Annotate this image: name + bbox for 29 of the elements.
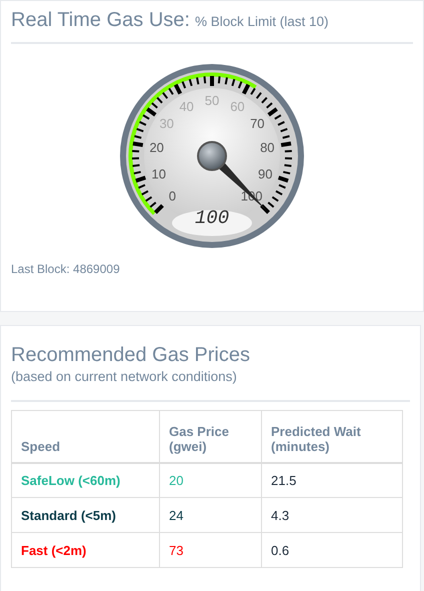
panel-subtitle: (based on current network conditions) (11, 369, 238, 384)
table-cell: SafeLow (<60m) (12, 462, 160, 498)
column-header: Speed (12, 410, 160, 462)
panel-title: Real Time Gas Use: (11, 9, 190, 31)
gauge-scale-label: 60 (230, 99, 245, 114)
gauge-scale-label: 0 (168, 188, 176, 204)
column-header: Gas Price (gwei) (160, 410, 262, 462)
gauge-scale-label: 70 (250, 116, 265, 132)
gauge-scale-label: 10 (152, 166, 166, 182)
table-cell: 24 (160, 498, 262, 532)
last-block-label: Last Block: 4869009 (11, 262, 121, 276)
gauge-scale-label: 30 (159, 116, 174, 132)
gauge-scale-label: 50 (204, 93, 220, 108)
panel-title: Recommended Gas Prices (11, 344, 250, 366)
gauge-scale-label: 80 (260, 140, 275, 156)
table-cell: 20 (160, 462, 262, 498)
gauge-hub (197, 141, 227, 171)
table-cell: 21.5 (262, 462, 402, 498)
gauge-scale-label: 20 (149, 140, 164, 156)
gauge-scale-label: 40 (179, 99, 194, 114)
gauge-readout: 100 (194, 207, 230, 229)
table-cell: 4.3 (262, 498, 402, 532)
table-cell: Fast (<2m) (12, 532, 160, 568)
gauge-scale-label: 90 (258, 166, 272, 182)
column-header: Predicted Wait (minutes) (262, 410, 402, 462)
table-cell: 73 (160, 532, 262, 568)
panel-subtitle: % Block Limit (last 10) (194, 14, 328, 29)
table-cell: Standard (<5m) (12, 498, 160, 532)
table-cell: 0.6 (262, 532, 402, 568)
